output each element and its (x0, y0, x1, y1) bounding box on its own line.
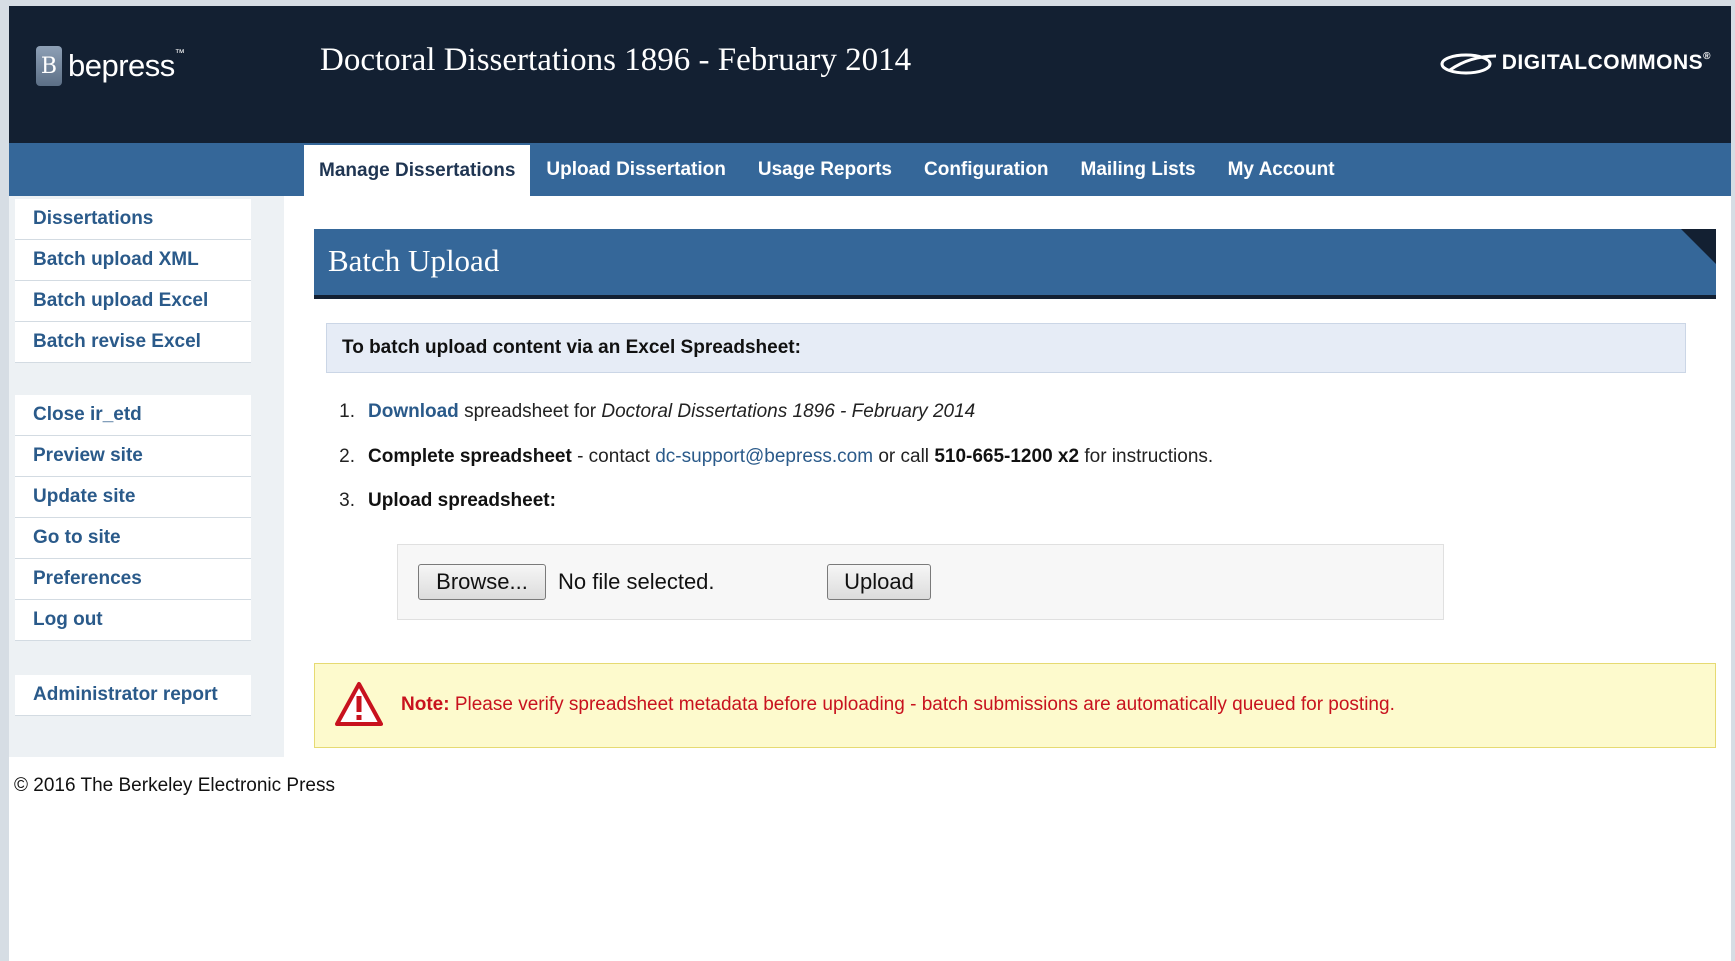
digital-commons-swirl-icon (1440, 53, 1496, 75)
sidebar-group-content: Dissertations Batch upload XML Batch upl… (15, 199, 251, 363)
page-frame: B bepress™ Doctoral Dissertations 1896 -… (9, 6, 1731, 961)
tab-upload-dissertation[interactable]: Upload Dissertation (530, 143, 741, 196)
site-header: B bepress™ Doctoral Dissertations 1896 -… (9, 6, 1731, 143)
heading-corner-decoration (1681, 229, 1716, 264)
publication-title: Doctoral Dissertations 1896 - February 2… (601, 401, 976, 422)
tab-manage-dissertations[interactable]: Manage Dissertations (304, 145, 531, 196)
support-phone: 510-665-1200 x2 (934, 446, 1080, 467)
warning-icon (335, 682, 383, 726)
support-email-link[interactable]: dc-support@bepress.com (655, 446, 873, 468)
sidebar-group-admin: Administrator report (15, 675, 251, 716)
sidebar-item-go-to-site[interactable]: Go to site (15, 518, 251, 559)
bepress-logo[interactable]: B bepress™ (36, 44, 185, 88)
digital-commons-logo: DIGITALCOMMONS® (1440, 50, 1711, 76)
upload-button[interactable]: Upload (827, 564, 931, 600)
step-download: 1. Download spreadsheet for Doctoral Dis… (339, 401, 976, 423)
sidebar: Dissertations Batch upload XML Batch upl… (9, 196, 284, 757)
tab-mailing-lists[interactable]: Mailing Lists (1065, 143, 1212, 196)
bepress-badge-icon: B (36, 46, 62, 86)
sidebar-item-batch-revise-excel[interactable]: Batch revise Excel (15, 322, 251, 363)
footer-copyright: © 2016 The Berkeley Electronic Press (14, 775, 335, 796)
upload-form: Browse... No file selected. Upload (397, 544, 1444, 620)
tab-configuration[interactable]: Configuration (908, 143, 1065, 196)
sidebar-item-preferences[interactable]: Preferences (15, 559, 251, 600)
sidebar-group-site: Close ir_etd Preview site Update site Go… (15, 395, 251, 641)
sidebar-item-dissertations[interactable]: Dissertations (15, 199, 251, 240)
main-nav: Manage Dissertations Upload Dissertation… (9, 143, 1731, 196)
section-heading: Batch Upload (314, 229, 1716, 299)
digital-commons-text: DIGITALCOMMONS® (1501, 51, 1711, 74)
instructions-box: To batch upload content via an Excel Spr… (326, 323, 1686, 373)
sidebar-item-log-out[interactable]: Log out (15, 600, 251, 641)
page-title: Batch Upload (328, 243, 500, 278)
download-link[interactable]: Download (368, 401, 459, 423)
note-text: Note: Please verify spreadsheet metadata… (401, 694, 1395, 715)
sidebar-item-batch-upload-excel[interactable]: Batch upload Excel (15, 281, 251, 322)
nav-tabs: Manage Dissertations Upload Dissertation… (304, 143, 1351, 196)
step-upload: 3. Upload spreadsheet: (339, 490, 556, 511)
sidebar-item-update-site[interactable]: Update site (15, 477, 251, 518)
bepress-logo-text: bepress™ (68, 48, 185, 83)
sidebar-item-batch-upload-xml[interactable]: Batch upload XML (15, 240, 251, 281)
tab-usage-reports[interactable]: Usage Reports (742, 143, 908, 196)
sidebar-item-administrator-report[interactable]: Administrator report (15, 675, 251, 716)
sidebar-item-preview-site[interactable]: Preview site (15, 436, 251, 477)
browse-button[interactable]: Browse... (418, 564, 546, 600)
warning-note: Note: Please verify spreadsheet metadata… (314, 663, 1716, 748)
sidebar-item-close-ir-etd[interactable]: Close ir_etd (15, 395, 251, 436)
step-complete: 2. Complete spreadsheet - contact dc-sup… (339, 446, 1214, 468)
site-title: Doctoral Dissertations 1896 - February 2… (320, 42, 912, 78)
tab-my-account[interactable]: My Account (1212, 143, 1351, 196)
file-status-text: No file selected. (558, 569, 715, 594)
